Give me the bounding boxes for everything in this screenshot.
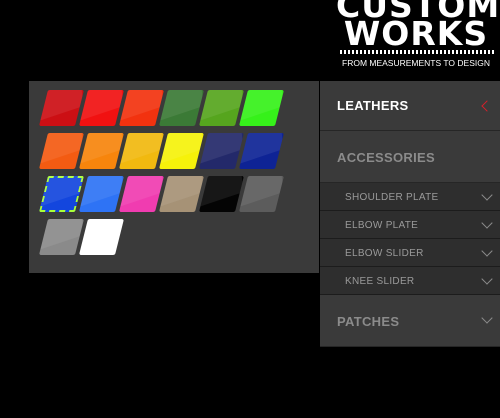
swatch-yellow[interactable] [159, 133, 204, 169]
menu-item-label: ELBOW SLIDER [345, 248, 424, 259]
menu-item-shoulder-plate[interactable]: SHOULDER PLATE [320, 183, 500, 211]
swatch-dark-grey[interactable] [239, 176, 284, 212]
swatch-gold[interactable] [119, 133, 164, 169]
swatch-grey[interactable] [39, 219, 84, 255]
swatch-dark-green[interactable] [159, 90, 204, 126]
chevron-down-icon [481, 189, 493, 201]
chevron-down-icon [481, 312, 493, 324]
menu-item-leathers[interactable]: LEATHERS [320, 81, 500, 131]
menu-item-label: ELBOW PLATE [345, 220, 419, 231]
logo-line2: WORKS [343, 14, 489, 53]
swatch-dark-red[interactable] [39, 90, 84, 126]
swatch-light-blue[interactable] [79, 176, 124, 212]
swatch-tan[interactable] [159, 176, 204, 212]
swatch-orange-red[interactable] [39, 133, 84, 169]
swatch-red-orange[interactable] [119, 90, 164, 126]
chevron-down-icon [481, 245, 493, 257]
logo-tagline: FROM MEASUREMENTS TO DESIGN [342, 58, 490, 68]
color-swatch-panel [29, 81, 319, 273]
menu-item-patches[interactable]: PATCHES [320, 295, 500, 347]
menu-item-knee-slider[interactable]: KNEE SLIDER [320, 267, 500, 295]
menu-item-elbow-plate[interactable]: ELBOW PLATE [320, 211, 500, 239]
menu-item-elbow-slider[interactable]: ELBOW SLIDER [320, 239, 500, 267]
logo-ruler-icon [340, 50, 496, 54]
swatch-pink[interactable] [119, 176, 164, 212]
menu-item-accessories[interactable]: ACCESSORIES [320, 131, 500, 183]
custom-works-logo: CUSTOM WORKS FROM MEASUREMENTS TO DESIGN [332, 0, 500, 75]
menu-item-label: ACCESSORIES [337, 150, 435, 165]
swatch-navy[interactable] [199, 133, 244, 169]
chevron-left-icon [481, 100, 493, 112]
swatch-green[interactable] [199, 90, 244, 126]
swatch-blue[interactable] [39, 176, 84, 212]
menu-item-label: LEATHERS [337, 98, 409, 113]
menu-item-label: PATCHES [337, 314, 400, 329]
swatch-white[interactable] [79, 219, 124, 255]
menu-item-label: KNEE SLIDER [345, 276, 415, 287]
chevron-down-icon [481, 273, 493, 285]
swatch-red[interactable] [79, 90, 124, 126]
swatch-royal-navy[interactable] [239, 133, 284, 169]
chevron-down-icon [481, 217, 493, 229]
menu-item-label: SHOULDER PLATE [345, 192, 439, 203]
swatch-black[interactable] [199, 176, 244, 212]
sidebar-menu: LEATHERS ACCESSORIES SHOULDER PLATE ELBO… [320, 81, 500, 347]
swatch-orange[interactable] [79, 133, 124, 169]
swatch-bright-green[interactable] [239, 90, 284, 126]
